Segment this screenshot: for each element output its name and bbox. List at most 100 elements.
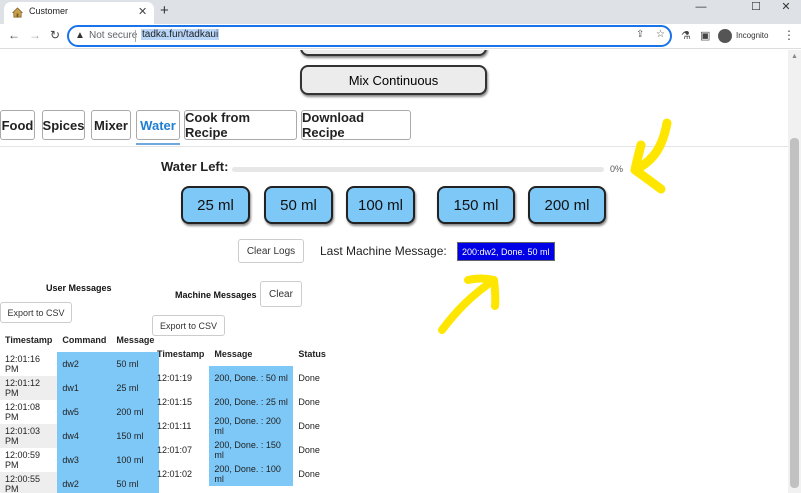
table-cell: dw2 (57, 472, 112, 493)
browser-tab-bar: Customer ✕ + — ☐ ✕ (0, 0, 801, 24)
water-200ml-button[interactable]: 200 ml (528, 186, 606, 224)
table-cell: 12:00:59 PM (0, 448, 58, 472)
table-cell: 12:01:16 PM (0, 352, 58, 376)
extensions-icon[interactable]: ⚗ (681, 29, 691, 42)
user-messages-table: Timestamp Command Message 12:01:16 PM dw… (0, 328, 160, 493)
table-row: 12:01:12 PM dw1 25 ml (0, 376, 160, 400)
tab-water[interactable]: Water (136, 110, 180, 140)
warning-icon[interactable]: ▲ (75, 30, 85, 41)
home-icon (12, 7, 23, 18)
table-cell: 12:01:19 (157, 373, 193, 383)
page-content: Mix Continuous Food Spices Mixer Water C… (0, 50, 788, 493)
scrollbar-thumb[interactable] (790, 138, 799, 488)
table-cell: dw2 (57, 352, 112, 376)
table-cell: dw1 (57, 376, 112, 400)
user-messages-title: User Messages (46, 283, 112, 293)
column-header: Status (298, 349, 326, 359)
table-row: 12:01:07 200, Done. : 150 ml Done (152, 438, 331, 462)
close-tab-icon[interactable]: ✕ (138, 5, 147, 18)
water-100ml-button[interactable]: 100 ml (346, 186, 415, 224)
machine-messages-table: Timestamp Message Status 12:01:19 200, D… (152, 342, 331, 486)
top-cut-button[interactable] (300, 50, 487, 56)
water-left-label: Water Left: (161, 159, 229, 174)
table-cell: 12:01:11 (157, 421, 192, 431)
water-50ml-button[interactable]: 50 ml (264, 186, 333, 224)
table-cell: 12:00:55 PM (0, 472, 58, 493)
star-icon[interactable]: ☆ (656, 29, 665, 40)
table-cell: 12:01:08 PM (0, 400, 58, 424)
table-row: 12:00:59 PM dw3 100 ml (0, 448, 160, 472)
side-panel-icon[interactable]: ▣ (700, 29, 710, 42)
page-scrollbar[interactable]: ▲ (788, 50, 801, 493)
browser-tab[interactable]: Customer ✕ (4, 2, 154, 24)
column-header: Timestamp (157, 349, 205, 359)
water-25ml-button[interactable]: 25 ml (181, 186, 250, 224)
table-cell: 200, Done. : 200 ml (209, 414, 294, 438)
table-row: 12:01:11 200, Done. : 200 ml Done (152, 414, 331, 438)
column-header: Timestamp (5, 335, 53, 345)
tab-food[interactable]: Food (0, 110, 35, 140)
window-close-icon[interactable]: ✕ (771, 0, 801, 22)
table-cell: 200, Done. : 25 ml (209, 390, 294, 414)
back-icon[interactable]: ← (8, 28, 20, 42)
table-cell: Done (298, 469, 320, 479)
address-bar[interactable]: ▲ Not secure tadka.fun/tadkaui ⇪ ☆ (67, 25, 672, 47)
machine-messages-title: Machine Messages (175, 290, 257, 300)
table-cell: 12:01:12 PM (0, 376, 58, 400)
table-cell: dw4 (57, 424, 112, 448)
table-row: 12:01:16 PM dw2 50 ml (0, 352, 160, 376)
tab-cook-from-recipe[interactable]: Cook from Recipe (184, 110, 297, 140)
incognito-icon[interactable] (718, 29, 732, 43)
url-text[interactable]: tadka.fun/tadkaui (141, 29, 220, 40)
machine-export-csv-button[interactable]: Export to CSV (152, 315, 225, 336)
water-150ml-button[interactable]: 150 ml (437, 186, 515, 224)
forward-icon[interactable]: → (29, 28, 41, 42)
annotation-arrow-icon (438, 274, 500, 334)
table-cell: 200, Done. : 150 ml (209, 438, 294, 462)
last-machine-message-label: Last Machine Message: (320, 244, 447, 258)
machine-clear-button[interactable]: Clear (260, 281, 302, 307)
table-cell: Done (298, 445, 320, 455)
tab-mixer[interactable]: Mixer (91, 110, 131, 140)
table-row: 12:00:55 PM dw2 50 ml (0, 472, 160, 493)
browser-toolbar: ← → ↻ ▲ Not secure tadka.fun/tadkaui ⇪ ☆… (0, 24, 801, 49)
water-progress-bar (232, 167, 604, 172)
table-row: 12:01:19 200, Done. : 50 ml Done (152, 366, 331, 390)
last-machine-message-value: 200:dw2, Done. 50 ml (457, 242, 555, 261)
table-cell: 12:01:15 (157, 397, 193, 407)
menu-icon[interactable]: ⋮ (783, 28, 795, 42)
table-cell: dw3 (57, 448, 112, 472)
table-cell: 200, Done. : 100 ml (209, 462, 294, 486)
table-cell: Done (298, 373, 320, 383)
tab-spices[interactable]: Spices (42, 110, 85, 140)
clear-logs-button[interactable]: Clear Logs (238, 239, 304, 263)
maximize-icon[interactable]: ☐ (741, 0, 771, 22)
table-cell: Done (298, 397, 320, 407)
incognito-label[interactable]: Incognito (736, 31, 768, 40)
user-export-csv-button[interactable]: Export to CSV (0, 302, 72, 323)
new-tab-button[interactable]: + (160, 2, 169, 19)
scroll-up-icon[interactable]: ▲ (791, 53, 798, 60)
table-row: 12:01:15 200, Done. : 25 ml Done (152, 390, 331, 414)
divider (135, 30, 136, 42)
table-row: 12:01:03 PM dw4 150 ml (0, 424, 160, 448)
column-header: Message (214, 349, 253, 359)
column-header: Command (62, 335, 107, 345)
minimize-icon[interactable]: — (686, 0, 716, 22)
table-cell: 200, Done. : 50 ml (209, 366, 294, 390)
tab-download-recipe[interactable]: Download Recipe (301, 110, 411, 140)
table-row: 12:01:02 200, Done. : 100 ml Done (152, 462, 331, 486)
table-row: 12:01:08 PM dw5 200 ml (0, 400, 160, 424)
tab-title: Customer (29, 6, 69, 16)
share-icon[interactable]: ⇪ (636, 29, 644, 40)
table-cell: Done (298, 421, 320, 431)
table-cell: 12:01:07 (157, 445, 193, 455)
table-cell: 12:01:02 (157, 469, 193, 479)
table-cell: 12:01:03 PM (0, 424, 58, 448)
mix-continuous-button[interactable]: Mix Continuous (300, 65, 487, 95)
reload-icon[interactable]: ↻ (50, 28, 60, 42)
not-secure-label[interactable]: Not secure (89, 30, 137, 41)
active-tab-indicator (136, 143, 180, 145)
table-cell: dw5 (57, 400, 112, 424)
annotation-arrow-icon (630, 118, 672, 194)
